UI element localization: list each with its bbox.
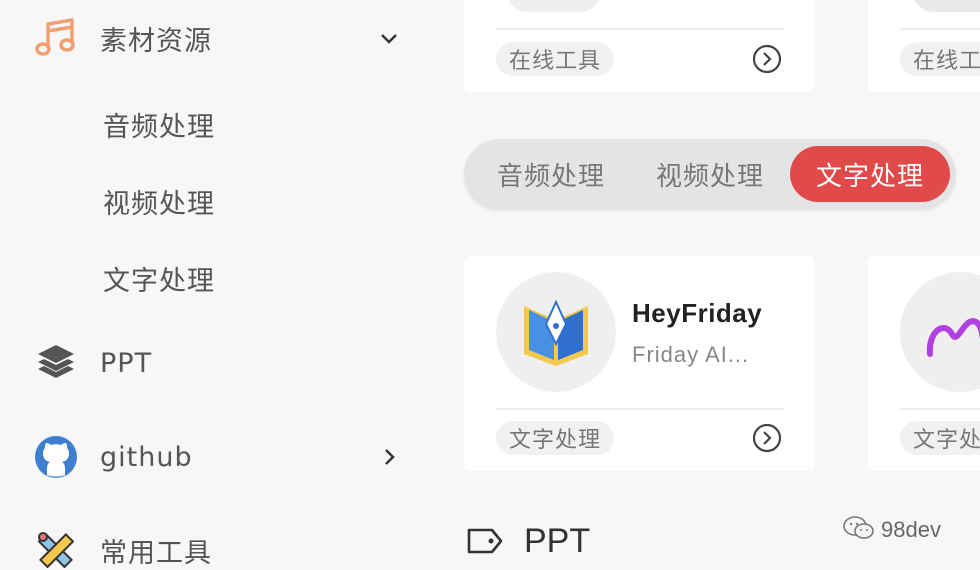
tool-tag[interactable]: 文字处理 [496, 421, 615, 455]
github-icon [34, 435, 78, 479]
sidebar-item-tools[interactable]: 常用工具 [0, 522, 430, 570]
watermark: 98dev [843, 515, 941, 545]
chevron-down-icon[interactable] [378, 27, 400, 49]
section-title: PPT [524, 522, 591, 560]
sidebar-item-label: 常用工具 [100, 537, 212, 569]
sidebar-subitem-text[interactable]: 文字处理 [103, 259, 215, 298]
arrow-right-circle-icon[interactable] [752, 423, 782, 453]
pencil-ruler-icon [34, 528, 78, 570]
tab-video[interactable]: 视频处理 [636, 146, 784, 202]
card-divider [900, 408, 980, 410]
tool-card[interactable]: 在线工 [868, 0, 980, 92]
tab-text[interactable]: 文字处理 [790, 146, 950, 202]
layers-icon [34, 341, 78, 385]
music-note-icon [34, 16, 78, 60]
tool-tag[interactable]: 在线工 [900, 42, 980, 76]
book-pen-logo-icon [496, 272, 616, 392]
sidebar: 素材资源 音频处理 视频处理 文字处理 PPT github 常用工具 [0, 0, 430, 570]
category-tabs: 音频处理 视频处理 文字处理 [464, 139, 956, 209]
watermark-text: 98dev [881, 517, 941, 542]
sidebar-item-label: PPT [100, 347, 153, 379]
sidebar-subitem-video[interactable]: 视频处理 [103, 182, 215, 221]
tool-card[interactable]: 文字处 [868, 256, 980, 471]
arrow-right-circle-icon[interactable] [752, 44, 782, 74]
sidebar-item-github[interactable]: github [0, 429, 430, 485]
card-divider [900, 28, 980, 30]
card-divider [496, 28, 784, 30]
sidebar-group-assets[interactable]: 素材资源 [0, 10, 430, 66]
wechat-icon [843, 515, 875, 545]
sidebar-subitem-audio[interactable]: 音频处理 [103, 105, 215, 144]
tool-tag[interactable]: 在线工具 [496, 42, 615, 76]
sidebar-item-label: github [100, 441, 193, 473]
tool-description: Friday AI... [632, 342, 750, 367]
tool-card[interactable]: 在线工具 [464, 0, 814, 92]
sidebar-group-label: 素材资源 [100, 25, 212, 57]
tool-logo [506, 0, 602, 12]
chevron-right-icon[interactable] [378, 446, 400, 468]
tag-icon [466, 526, 504, 556]
tool-logo [912, 0, 980, 12]
card-divider [496, 408, 784, 410]
tool-title: HeyFriday [632, 298, 763, 328]
sidebar-item-ppt[interactable]: PPT [0, 335, 430, 391]
tool-tag[interactable]: 文字处 [900, 421, 980, 455]
tab-audio[interactable]: 音频处理 [478, 146, 624, 202]
tool-card-heyfriday[interactable]: HeyFriday Friday AI... 文字处理 [464, 256, 814, 471]
purple-swirl-logo-icon [900, 272, 980, 392]
